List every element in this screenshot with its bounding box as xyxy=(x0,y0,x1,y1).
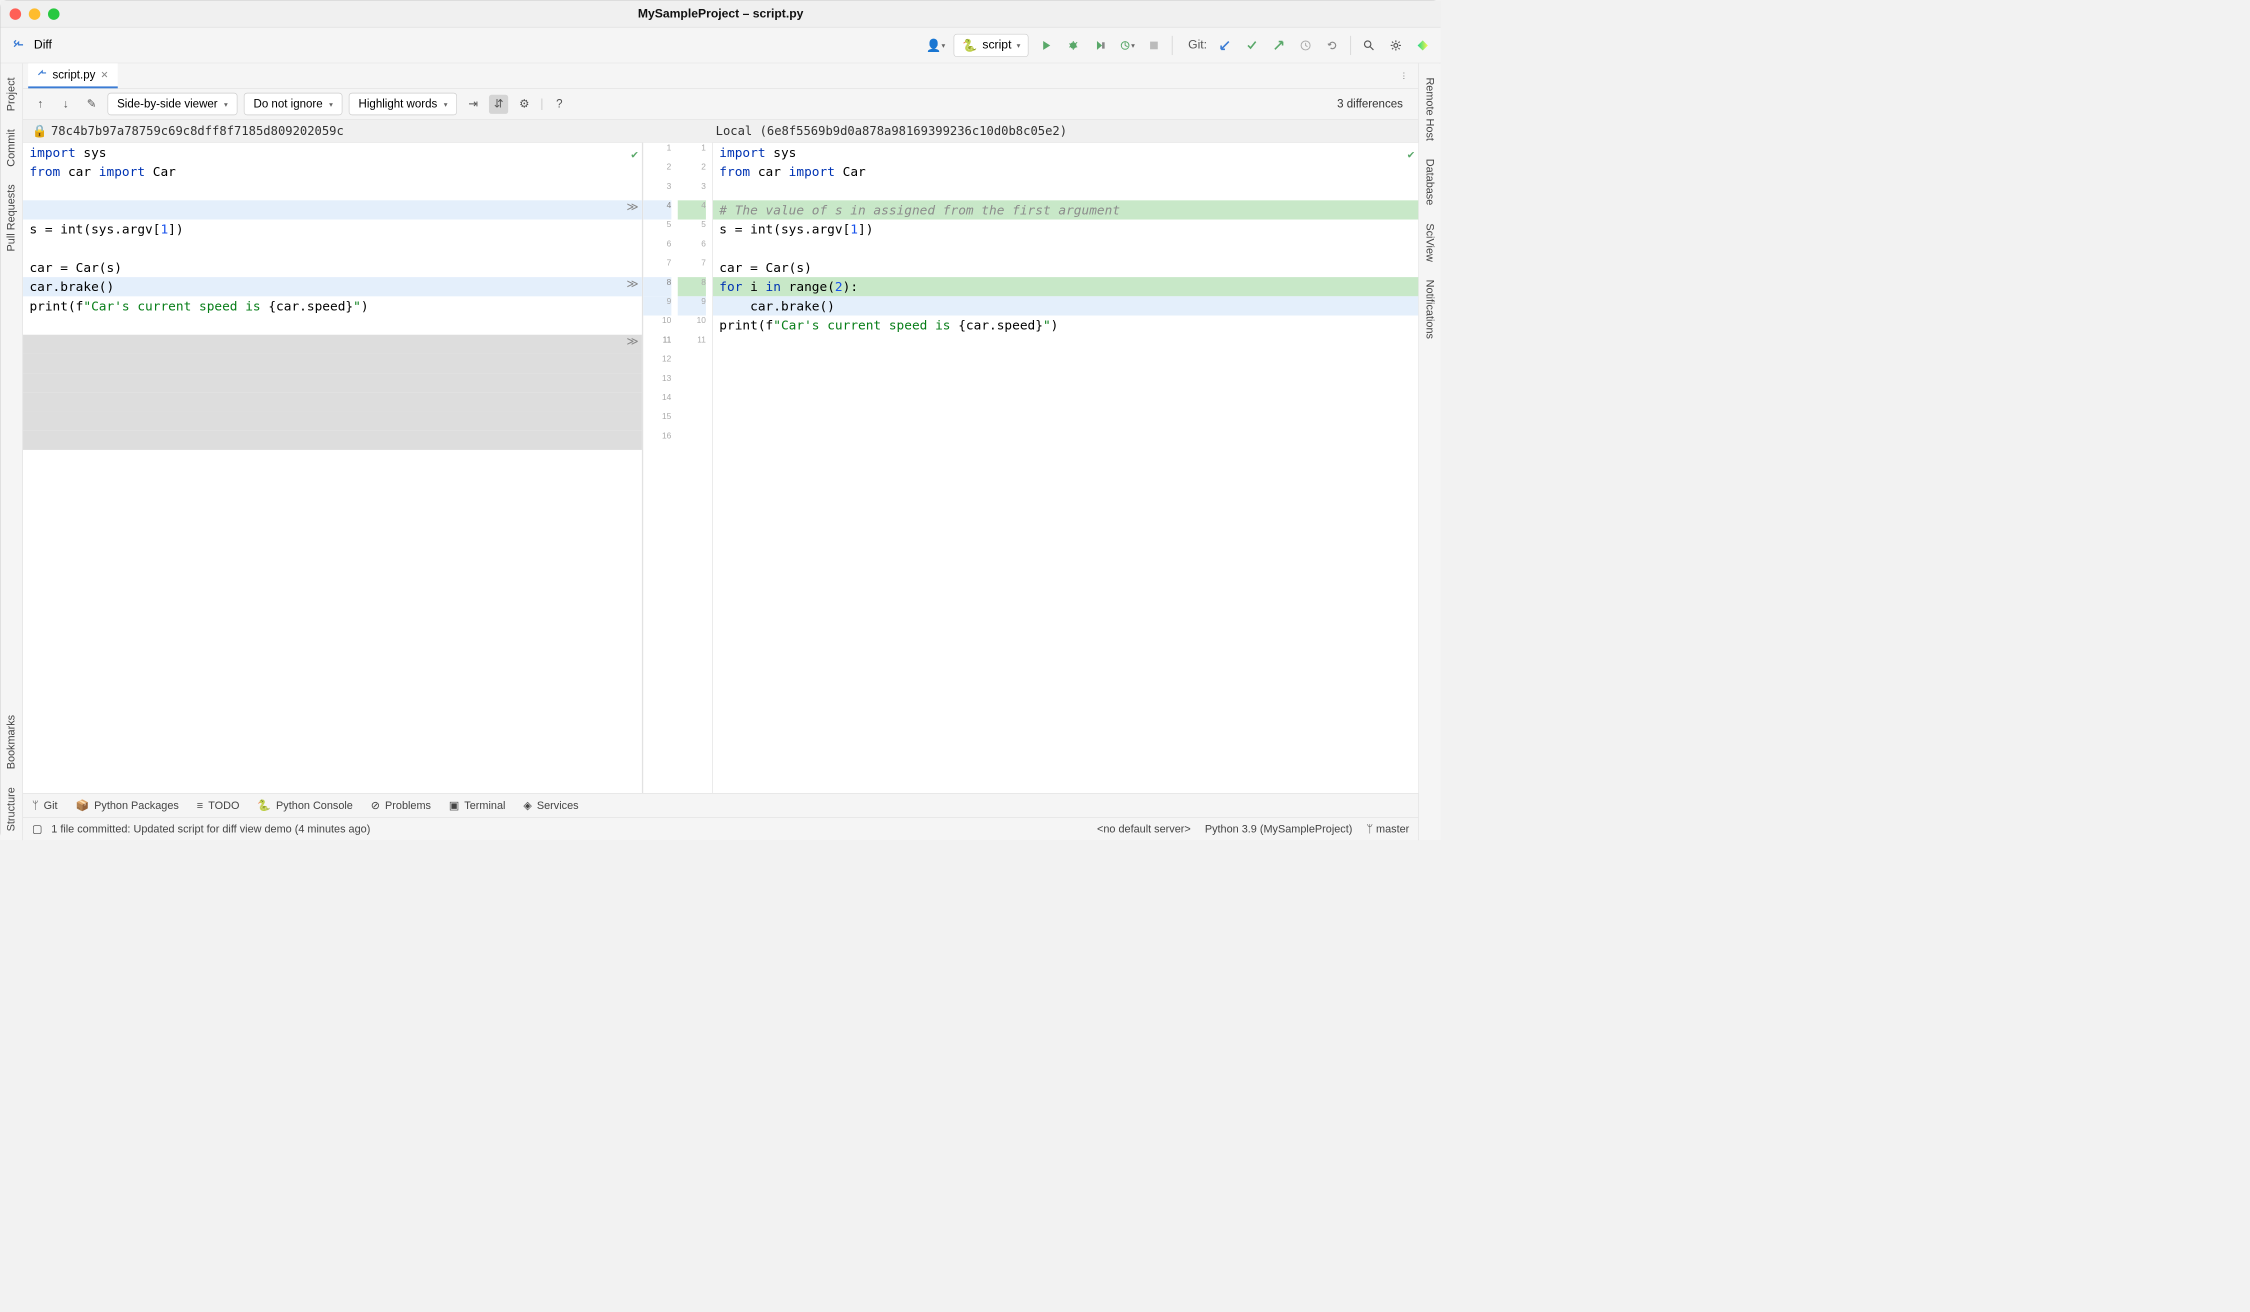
diff-toolbar: ↑ ↓ ✎ Side-by-side viewer▾ Do not ignore… xyxy=(23,89,1418,120)
list-icon: ≡ xyxy=(197,799,203,812)
sidebar-tab-remote-host[interactable]: Remote Host xyxy=(1421,68,1439,149)
sidebar-tab-project[interactable]: Project xyxy=(3,68,21,120)
chevron-down-icon: ▾ xyxy=(1017,41,1021,50)
sidebar-tab-database[interactable]: Database xyxy=(1421,150,1439,215)
git-rollback-button[interactable] xyxy=(1324,36,1342,54)
apply-diff-arrow[interactable]: ≫ xyxy=(627,200,639,213)
sidebar-tab-bookmarks[interactable]: Bookmarks xyxy=(3,706,21,778)
inspection-ok-icon: ✔ xyxy=(1407,145,1414,164)
warning-icon: ⊘ xyxy=(371,799,380,812)
toolbar-separator xyxy=(1172,36,1173,55)
profile-button[interactable]: ▾ xyxy=(1118,36,1136,54)
sidebar-tab-sciview[interactable]: SciView xyxy=(1421,214,1439,270)
toolbar-separator xyxy=(1350,36,1351,55)
package-icon: 📦 xyxy=(75,799,89,812)
run-button[interactable] xyxy=(1038,36,1056,54)
status-server[interactable]: <no default server> xyxy=(1097,823,1191,836)
left-sidebar: Project Commit Pull Requests Bookmarks S… xyxy=(1,63,23,840)
edit-icon[interactable]: ✎ xyxy=(82,94,101,113)
diff-left-pane[interactable]: ✔ import sys from car import Car s = int… xyxy=(23,143,642,793)
sidebar-tab-pull-requests[interactable]: Pull Requests xyxy=(3,176,21,261)
right-revision-label: Local (6e8f5569b9d0a878a98169399236c10d0… xyxy=(716,124,1067,138)
apply-diff-arrow[interactable]: ≫ xyxy=(627,335,639,348)
apply-diff-arrow[interactable]: ≫ xyxy=(627,277,639,290)
bottom-tab-todo[interactable]: ≡TODO xyxy=(197,799,240,812)
diff-settings-button[interactable]: ⚙ xyxy=(515,94,534,113)
status-layout-icon[interactable]: ▢ xyxy=(32,823,42,836)
terminal-icon: ▣ xyxy=(449,799,459,812)
diff-file-icon xyxy=(37,68,47,81)
git-label: Git: xyxy=(1188,38,1207,52)
status-bar: ▢ 1 file committed: Updated script for d… xyxy=(23,817,1418,840)
close-tab-button[interactable]: ✕ xyxy=(101,69,109,81)
help-button[interactable]: ? xyxy=(550,94,569,113)
editor-tabs-bar: script.py ✕ ⋮ xyxy=(23,63,1418,89)
git-push-button[interactable] xyxy=(1270,36,1288,54)
highlight-dropdown[interactable]: Highlight words▾ xyxy=(349,93,457,115)
diff-label: Diff xyxy=(34,38,52,52)
main-toolbar: Diff 👤▾ 🐍 script ▾ ▾ Git: xyxy=(1,28,1441,64)
collapse-unchanged-button[interactable]: ⇥ xyxy=(464,94,483,113)
window-title: MySampleProject – script.py xyxy=(638,7,804,21)
diff-icon[interactable] xyxy=(10,36,28,54)
python-icon: 🐍 xyxy=(257,799,271,812)
close-window-button[interactable] xyxy=(10,8,22,20)
minimize-window-button[interactable] xyxy=(29,8,41,20)
file-tab-label: script.py xyxy=(52,68,95,81)
git-pull-button[interactable] xyxy=(1216,36,1234,54)
sidebar-tab-structure[interactable]: Structure xyxy=(3,778,21,840)
settings-button[interactable] xyxy=(1387,36,1405,54)
status-message: 1 file committed: Updated script for dif… xyxy=(51,823,370,836)
diff-right-pane[interactable]: ✔ import sys from car import Car # The v… xyxy=(713,143,1418,793)
status-branch[interactable]: ᛘ master xyxy=(1366,823,1409,836)
left-revision-hash: 78c4b7b97a78759c69c8dff8f7185d809202059c xyxy=(51,124,344,138)
tabs-more-button[interactable]: ⋮ xyxy=(1389,71,1418,81)
bottom-tab-git[interactable]: ᛘGit xyxy=(32,799,58,812)
bottom-tab-python-console[interactable]: 🐍Python Console xyxy=(257,799,352,812)
viewer-mode-dropdown[interactable]: Side-by-side viewer▾ xyxy=(108,93,238,115)
bottom-tab-services[interactable]: ◈Services xyxy=(523,799,578,812)
sidebar-tab-commit[interactable]: Commit xyxy=(3,120,21,175)
run-config-label: script xyxy=(982,38,1011,52)
sidebar-tab-notifications[interactable]: Notifications xyxy=(1421,271,1439,348)
ignore-dropdown[interactable]: Do not ignore▾ xyxy=(244,93,343,115)
diff-view: ✔ import sys from car import Car s = int… xyxy=(23,143,1418,793)
bottom-tab-python-packages[interactable]: 📦Python Packages xyxy=(75,799,178,812)
bottom-tool-tabs: ᛘGit 📦Python Packages ≡TODO 🐍Python Cons… xyxy=(23,793,1418,817)
prev-diff-button[interactable]: ↑ xyxy=(31,94,50,113)
run-config-dropdown[interactable]: 🐍 script ▾ xyxy=(954,34,1029,57)
branch-icon: ᛘ xyxy=(32,799,39,812)
next-diff-button[interactable]: ↓ xyxy=(56,94,75,113)
window-titlebar: MySampleProject – script.py xyxy=(1,1,1441,28)
status-python[interactable]: Python 3.9 (MySampleProject) xyxy=(1205,823,1353,836)
zoom-window-button[interactable] xyxy=(48,8,60,20)
git-history-button[interactable] xyxy=(1297,36,1315,54)
right-sidebar: Remote Host Database SciView Notificatio… xyxy=(1418,63,1440,840)
search-button[interactable] xyxy=(1360,36,1378,54)
user-icon[interactable]: 👤▾ xyxy=(927,36,945,54)
services-icon: ◈ xyxy=(523,799,531,812)
sync-scroll-button[interactable]: ⇵ xyxy=(489,94,508,113)
coverage-button[interactable] xyxy=(1091,36,1109,54)
revision-bar: 🔒 78c4b7b97a78759c69c8dff8f7185d809202059… xyxy=(23,120,1418,143)
diff-gutter: 123 ≫4 567 ≫8 9 10 ≫11 1213141516 123 4 … xyxy=(643,143,713,793)
debug-button[interactable] xyxy=(1065,36,1083,54)
ide-logo-icon[interactable] xyxy=(1414,36,1432,54)
branch-icon: ᛘ xyxy=(1366,823,1373,835)
diff-count-label: 3 differences xyxy=(1337,97,1410,110)
git-commit-button[interactable] xyxy=(1243,36,1261,54)
stop-button[interactable] xyxy=(1145,36,1163,54)
bottom-tab-terminal[interactable]: ▣Terminal xyxy=(449,799,506,812)
file-tab-script[interactable]: script.py ✕ xyxy=(28,63,117,88)
inspection-ok-icon: ✔ xyxy=(631,145,638,164)
lock-icon: 🔒 xyxy=(32,124,47,139)
python-icon: 🐍 xyxy=(962,37,977,52)
bottom-tab-problems[interactable]: ⊘Problems xyxy=(371,799,431,812)
